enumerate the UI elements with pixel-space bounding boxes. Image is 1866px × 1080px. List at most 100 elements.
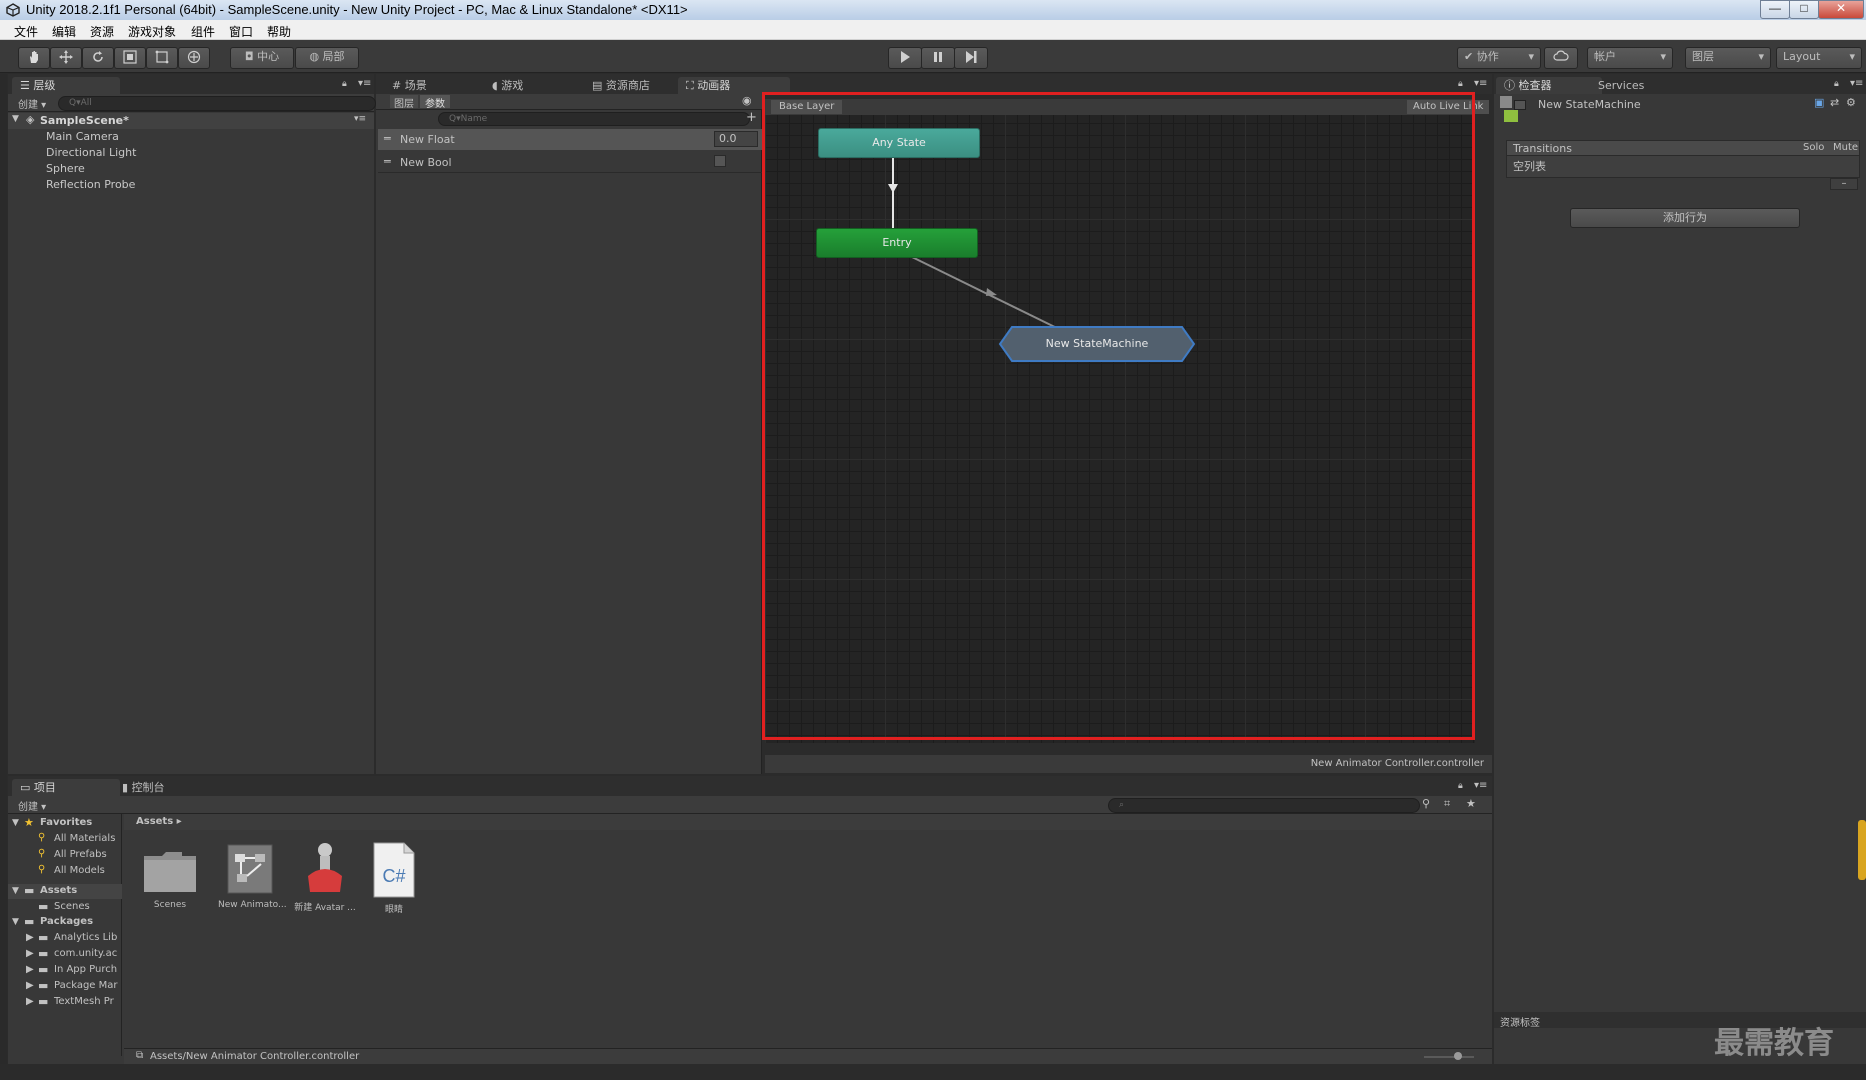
favorite-item[interactable]: All Materials <box>54 833 115 844</box>
asset-item[interactable]: New Animato... <box>218 844 287 916</box>
hand-tool-button[interactable] <box>18 47 50 69</box>
favorite-item[interactable]: All Prefabs <box>54 849 107 860</box>
tab-console[interactable]: ▮ 控制台 <box>114 779 210 796</box>
move-tool-button[interactable] <box>50 47 82 69</box>
lock-icon[interactable]: 🔒︎ <box>1458 79 1463 89</box>
rect-tool-button[interactable] <box>146 47 178 69</box>
tree-item[interactable]: Package Mar <box>54 980 118 991</box>
tab-project[interactable]: ▭ 项目 <box>12 779 120 796</box>
assets-breadcrumb[interactable]: Assets ▸ <box>136 816 182 827</box>
params-search-input[interactable]: Q▾Name <box>438 112 750 126</box>
layout-dropdown[interactable]: Layout ▾ <box>1776 47 1862 69</box>
add-parameter-icon[interactable]: + <box>746 110 757 125</box>
project-search-input[interactable]: ⌕ <box>1108 798 1420 813</box>
account-dropdown[interactable]: 帐户 ▾ <box>1587 47 1673 69</box>
expand-arrow-icon[interactable]: ▼ <box>12 818 19 828</box>
space-toggle[interactable]: ◍ 局部 <box>295 47 359 69</box>
menu-edit[interactable]: 编辑 <box>52 23 76 40</box>
tab-services[interactable]: Services <box>1590 77 1686 94</box>
expand-arrow-icon[interactable]: ▶ <box>26 996 34 1007</box>
tree-item[interactable]: Analytics Lib <box>54 932 117 943</box>
icon-size-slider[interactable] <box>1424 1056 1474 1058</box>
rotate-tool-button[interactable] <box>82 47 114 69</box>
tab-scene[interactable]: # 场景 <box>384 77 480 94</box>
add-behaviour-button[interactable]: 添加行为 <box>1570 208 1800 228</box>
menu-gameobject[interactable]: 游戏对象 <box>128 23 176 40</box>
panel-menu-icon[interactable]: ▾≡ <box>1850 78 1863 89</box>
eye-icon[interactable]: ◉ <box>742 94 752 107</box>
tree-item[interactable]: In App Purch <box>54 964 117 975</box>
expand-arrow-icon[interactable]: ▼ <box>12 114 19 124</box>
tab-layers[interactable]: 图层 <box>390 95 418 110</box>
parameter-row[interactable]: ═ New Bool <box>378 152 762 173</box>
help-icon[interactable]: ▣ <box>1814 96 1824 109</box>
lock-icon[interactable]: 🔒︎ <box>1458 781 1463 791</box>
tab-inspector[interactable]: ⓘ 检查器 <box>1496 77 1602 94</box>
menu-help[interactable]: 帮助 <box>267 23 291 40</box>
assets-tree-row[interactable]: ▼ ▬ Assets <box>8 884 122 899</box>
cloud-button[interactable] <box>1544 47 1578 69</box>
favorite-item[interactable]: All Models <box>54 865 105 876</box>
hierarchy-search-input[interactable]: Q▾All <box>58 96 376 111</box>
drag-handle-icon[interactable]: ═ <box>384 155 391 168</box>
pivot-toggle[interactable]: ◘ 中心 <box>230 47 294 69</box>
expand-arrow-icon[interactable]: ▶ <box>26 948 34 959</box>
gear-icon[interactable]: ⚙ <box>1846 96 1856 109</box>
transform-tool-button[interactable] <box>178 47 210 69</box>
filter-by-label-icon[interactable]: ⌗ <box>1444 797 1450 811</box>
tree-item[interactable]: Scenes <box>54 901 90 912</box>
hierarchy-item[interactable]: Main Camera <box>46 130 119 143</box>
menu-component[interactable]: 组件 <box>191 23 215 40</box>
expand-arrow-icon[interactable]: ▼ <box>12 917 19 927</box>
expand-arrow-icon[interactable]: ▼ <box>12 886 19 896</box>
lock-icon[interactable]: 🔒︎ <box>1834 79 1839 89</box>
packages-label[interactable]: Packages <box>40 916 93 927</box>
filter-by-type-icon[interactable]: ⚲ <box>1422 797 1430 810</box>
hierarchy-item[interactable]: Directional Light <box>46 146 136 159</box>
play-button[interactable] <box>888 47 922 69</box>
tree-item[interactable]: com.unity.ac <box>54 948 117 959</box>
menu-assets[interactable]: 资源 <box>90 23 114 40</box>
step-button[interactable] <box>954 47 988 69</box>
panel-menu-icon[interactable]: ▾≡ <box>358 78 371 89</box>
expand-arrow-icon[interactable]: ▶ <box>26 932 34 943</box>
drag-handle-icon[interactable]: ═ <box>384 132 391 145</box>
layers-dropdown[interactable]: 图层 ▾ <box>1685 47 1771 69</box>
scrollbar-indicator[interactable] <box>1858 820 1866 880</box>
close-button[interactable]: ✕ <box>1818 0 1864 19</box>
scene-row[interactable]: ▼ ◈ SampleScene* ▾≡ <box>8 113 374 129</box>
lock-icon[interactable]: 🔒︎ <box>342 79 347 89</box>
tab-asset-store[interactable]: ▤ 资源商店 <box>584 77 692 94</box>
parameter-row[interactable]: ═ New Float 0.0 <box>378 129 762 150</box>
scale-tool-button[interactable] <box>114 47 146 69</box>
expand-arrow-icon[interactable]: ▶ <box>26 964 34 975</box>
preset-icon[interactable]: ⇄ <box>1830 96 1839 109</box>
parameter-bool-checkbox[interactable] <box>714 155 726 167</box>
asset-item[interactable]: Scenes <box>142 846 198 916</box>
panel-menu-icon[interactable]: ▾≡ <box>1474 78 1487 89</box>
remove-transition-button[interactable]: – <box>1830 178 1858 190</box>
tab-hierarchy[interactable]: ☰ 层级 <box>12 77 120 94</box>
tab-game[interactable]: ◖ 游戏 <box>484 77 580 94</box>
tab-parameters[interactable]: 参数 <box>420 95 450 110</box>
maximize-button[interactable]: □ <box>1789 0 1819 19</box>
minimize-button[interactable]: — <box>1760 0 1790 19</box>
asset-item[interactable]: C# 眼睛 <box>372 842 424 916</box>
create-dropdown[interactable]: 创建 ▾ <box>18 798 46 813</box>
favorites-label[interactable]: Favorites <box>40 817 92 828</box>
slider-thumb[interactable] <box>1454 1052 1462 1060</box>
star-icon[interactable]: ★ <box>1466 797 1476 810</box>
scene-menu-icon[interactable]: ▾≡ <box>354 114 366 124</box>
tree-item[interactable]: TextMesh Pr <box>54 996 114 1007</box>
collab-dropdown[interactable]: ✔ 协作 ▾ <box>1457 47 1541 69</box>
parameter-value-field[interactable]: 0.0 <box>714 131 758 147</box>
panel-menu-icon[interactable]: ▾≡ <box>1474 780 1487 791</box>
hierarchy-item[interactable]: Reflection Probe <box>46 178 135 191</box>
expand-arrow-icon[interactable]: ▶ <box>26 980 34 991</box>
create-dropdown[interactable]: 创建 ▾ <box>18 96 46 111</box>
menu-file[interactable]: 文件 <box>14 23 38 40</box>
hierarchy-item[interactable]: Sphere <box>46 162 85 175</box>
pause-button[interactable] <box>921 47 955 69</box>
asset-item[interactable]: 新建 Avatar ... <box>292 842 358 916</box>
menu-window[interactable]: 窗口 <box>229 23 253 40</box>
